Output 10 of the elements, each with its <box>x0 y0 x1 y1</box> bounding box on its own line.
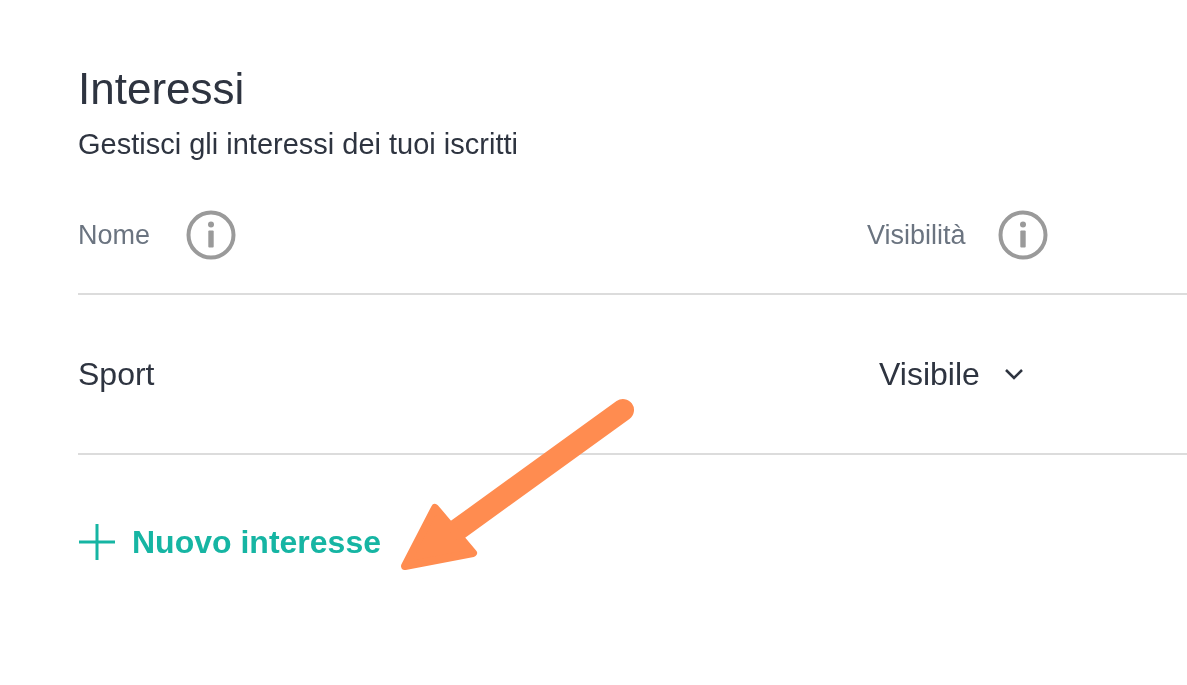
section-subtitle: Gestisci gli interessi dei tuoi iscritti <box>78 127 518 162</box>
section-title: Interessi <box>78 63 245 115</box>
interest-name: Sport <box>78 355 155 393</box>
info-icon[interactable] <box>997 210 1048 260</box>
column-header: Nome <box>78 219 151 251</box>
visibility-dropdown[interactable]: Visibile <box>879 354 1024 394</box>
info-icon[interactable] <box>186 210 237 260</box>
plus-icon <box>78 523 116 561</box>
column-header: Visibilità <box>867 219 966 251</box>
chevron-down-icon <box>1003 368 1024 380</box>
